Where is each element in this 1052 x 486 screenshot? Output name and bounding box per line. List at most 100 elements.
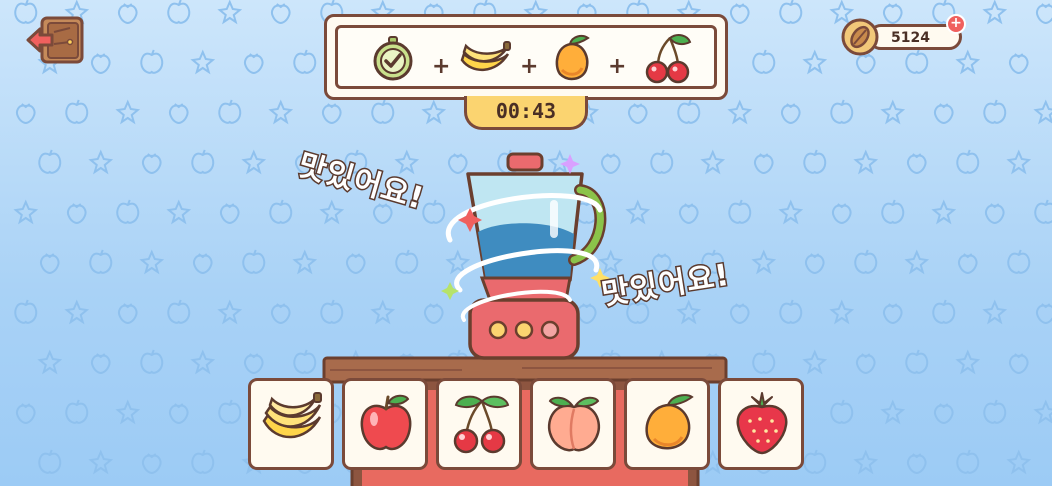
pattern-icon (370, 299, 396, 325)
pattern-icon (832, 203, 852, 225)
pattern-icon (244, 53, 264, 75)
coin-value: 5124 (891, 30, 930, 46)
mango-icon (645, 394, 694, 450)
pattern-icon (220, 203, 240, 225)
pattern-icon (14, 299, 38, 324)
pattern-icon (752, 49, 776, 74)
pattern-icon (853, 449, 879, 475)
pattern-icon (319, 199, 345, 225)
pattern-icon (65, 399, 89, 424)
pattern-icon (679, 203, 699, 225)
pattern-icon (193, 253, 213, 275)
plus-sign: + (520, 54, 539, 79)
pattern-icon (905, 349, 929, 374)
pattern-icon (802, 349, 828, 375)
apple-icon (360, 394, 412, 451)
pattern-icon (166, 199, 192, 225)
pattern-icon (140, 349, 164, 374)
pattern-icon (191, 149, 215, 174)
banana-icon (262, 392, 322, 439)
pattern-icon (64, 299, 90, 325)
plus-sign: + (608, 54, 627, 79)
pattern-icon (271, 303, 291, 325)
countdown-timer: 00:43 (464, 96, 588, 130)
pattern-icon (1033, 99, 1052, 125)
pattern-icon (853, 149, 879, 175)
pattern-icon (142, 453, 162, 475)
pattern-icon (904, 249, 930, 275)
pattern-icon (803, 149, 827, 174)
pattern-icon (293, 49, 317, 74)
pattern-icon (883, 303, 903, 325)
pattern-icon (676, 299, 702, 325)
pattern-icon (779, 299, 803, 324)
pattern-icon (1009, 353, 1029, 375)
pattern-icon (730, 3, 750, 25)
pattern-icon (241, 149, 267, 175)
pattern-icon (934, 403, 954, 425)
pattern-icon (751, 249, 777, 275)
blender[interactable] (420, 150, 620, 365)
pattern-icon (142, 153, 162, 175)
fruit-slot-apple[interactable] (342, 378, 428, 470)
fruit-slot-mango[interactable] (624, 378, 710, 470)
pattern-icon (217, 299, 243, 325)
pattern-icon (907, 453, 927, 475)
pattern-icon (880, 399, 906, 425)
pattern-icon (244, 353, 264, 375)
pattern-icon (89, 249, 113, 274)
pattern-icon (805, 253, 825, 275)
pattern-icon (395, 249, 419, 274)
pattern-icon (932, 299, 956, 324)
pattern-icon (830, 399, 854, 424)
pattern-icon (320, 299, 344, 324)
pattern-icon (730, 303, 750, 325)
pattern-icon (322, 103, 342, 125)
pattern-icon (907, 153, 927, 175)
pattern-icon (115, 99, 141, 125)
pattern-icon (625, 199, 651, 225)
pattern-icon (169, 403, 189, 425)
pattern-icon (934, 103, 954, 125)
coin-counter[interactable]: 5124 + (840, 14, 966, 58)
pattern-icon (346, 253, 366, 275)
pattern-icon (167, 299, 191, 324)
pattern-icon (292, 249, 318, 275)
pattern-icon (779, 0, 803, 24)
pattern-icon (802, 49, 828, 75)
pattern-icon (1007, 249, 1031, 274)
pattern-icon (983, 99, 1007, 124)
pattern-icon (854, 249, 878, 274)
pattern-icon (881, 199, 905, 224)
pattern-icon (752, 349, 776, 374)
pattern-icon (421, 99, 447, 125)
fruit-slot-peach[interactable] (530, 378, 616, 470)
pattern-icon (67, 203, 87, 225)
pattern-icon (169, 103, 189, 125)
pattern-icon (803, 449, 827, 474)
pattern-icon (218, 399, 242, 424)
pattern-icon (1036, 3, 1052, 25)
mango-icon (555, 35, 590, 81)
pattern-icon (1033, 399, 1052, 425)
strawberry-icon (736, 392, 788, 455)
pattern-icon (628, 103, 648, 125)
fruit-tray (248, 378, 804, 474)
pattern-icon (116, 199, 140, 224)
cherry-icon (453, 395, 510, 454)
pattern-icon (728, 199, 752, 224)
pattern-icon (956, 149, 980, 174)
cherry-icon (645, 34, 692, 84)
fruit-slot-cherry[interactable] (436, 378, 522, 470)
fruit-slot-banana[interactable] (248, 378, 334, 470)
add-coins-button[interactable]: + (946, 14, 966, 34)
banana-icon (460, 41, 511, 72)
check-icon (373, 36, 413, 81)
fruit-slot-strawberry[interactable] (718, 378, 804, 470)
pattern-icon (268, 99, 294, 125)
pattern-icon (956, 449, 980, 474)
pattern-icon (65, 99, 89, 124)
pattern-icon (958, 253, 978, 275)
exit-button[interactable] (24, 16, 86, 64)
pattern-icon (190, 49, 216, 75)
